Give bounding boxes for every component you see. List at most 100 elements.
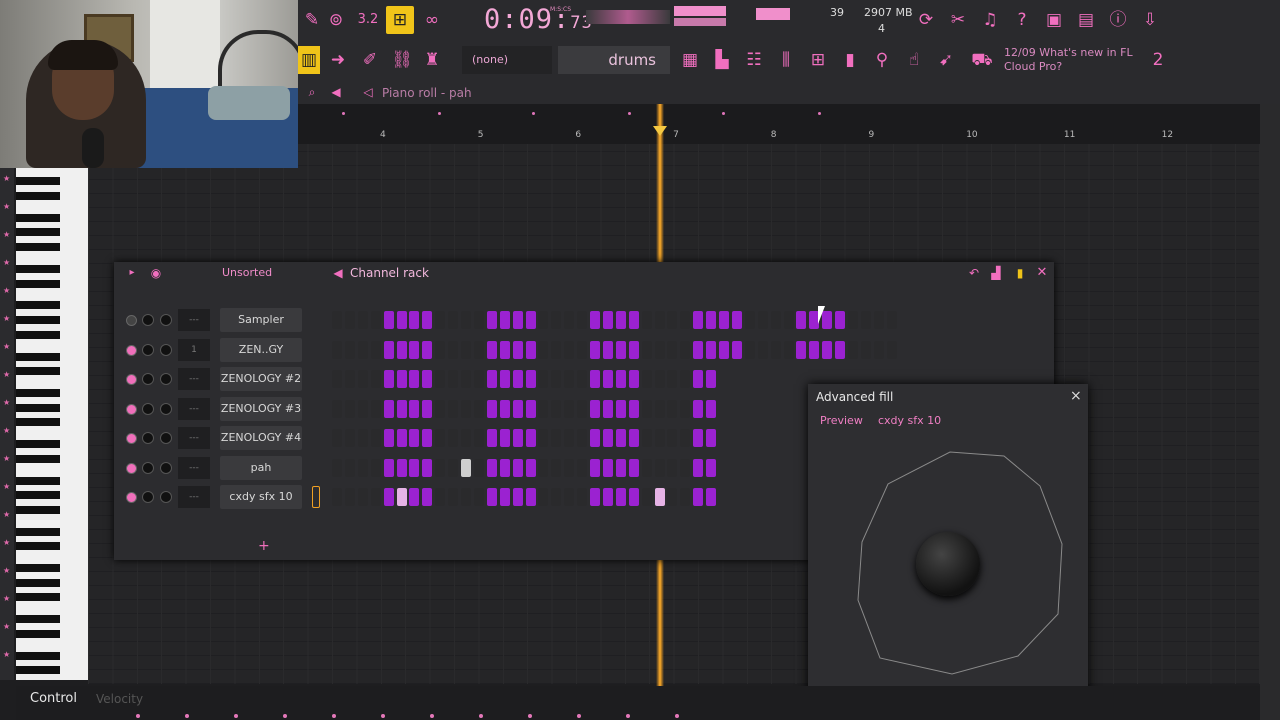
step-button[interactable] [680, 399, 691, 418]
step-button[interactable] [473, 488, 484, 506]
step-button[interactable] [564, 340, 575, 359]
step-button[interactable] [848, 311, 858, 329]
step-button[interactable] [796, 340, 807, 359]
save-icon[interactable]: ▣ [1040, 6, 1068, 34]
step-button[interactable] [590, 399, 600, 418]
step-button[interactable] [409, 370, 420, 388]
step-button[interactable] [551, 311, 562, 329]
arrow-icon[interactable]: ➜ [324, 46, 352, 74]
step-button[interactable] [344, 311, 355, 329]
step-button[interactable] [409, 429, 420, 447]
velocity-marker[interactable] [185, 714, 189, 718]
step-button[interactable] [693, 458, 704, 477]
step-button[interactable] [357, 311, 368, 329]
step-button[interactable] [448, 429, 459, 447]
step-button[interactable] [461, 370, 471, 388]
black-key[interactable] [16, 491, 60, 500]
channel-active-toggle[interactable] [126, 403, 137, 415]
black-key[interactable] [16, 593, 60, 602]
send-icon[interactable]: ➹ [932, 46, 960, 74]
step-button[interactable] [835, 311, 846, 329]
pan-knob[interactable] [160, 343, 172, 356]
step-button[interactable] [667, 488, 678, 506]
step-button[interactable] [512, 458, 523, 477]
step-button[interactable] [667, 311, 678, 329]
step-button[interactable] [422, 370, 433, 388]
step-button[interactable] [435, 458, 446, 477]
channel-active-toggle[interactable] [126, 492, 137, 503]
step-button[interactable] [654, 340, 665, 359]
black-key[interactable] [16, 476, 60, 485]
step-button[interactable] [461, 399, 471, 418]
step-button[interactable] [860, 340, 871, 359]
step-button[interactable] [499, 458, 510, 477]
black-key[interactable] [16, 403, 60, 412]
step-button[interactable] [332, 458, 342, 477]
black-key[interactable] [16, 418, 60, 427]
step-button[interactable] [615, 429, 626, 447]
step-button[interactable] [512, 370, 523, 388]
step-button[interactable] [641, 488, 652, 506]
control-label[interactable]: Control [30, 691, 77, 706]
step-button[interactable] [680, 340, 691, 359]
pan-knob[interactable] [160, 491, 172, 503]
velocity-marker[interactable] [430, 714, 434, 718]
refresh-icon[interactable]: ⟳ [912, 6, 940, 34]
step-button[interactable] [641, 311, 652, 329]
step-button[interactable] [602, 311, 613, 329]
link-icon[interactable]: ⛓ [388, 46, 416, 74]
step-button[interactable] [564, 370, 575, 388]
step-button[interactable] [680, 311, 691, 329]
black-key[interactable] [16, 454, 60, 463]
channel-name-button[interactable]: ZENOLOGY #4 [220, 426, 302, 450]
step-button[interactable] [886, 340, 897, 359]
step-button[interactable] [564, 311, 575, 329]
step-button[interactable] [538, 311, 549, 329]
help-icon[interactable]: ? [1008, 6, 1036, 34]
black-key[interactable] [16, 527, 60, 536]
step-button[interactable] [551, 429, 562, 447]
step-button[interactable] [525, 340, 536, 359]
velocity-marker[interactable] [136, 714, 140, 718]
step-button[interactable] [719, 340, 729, 359]
channel-name-button[interactable]: Sampler [220, 308, 302, 332]
step-button[interactable] [602, 429, 613, 447]
step-button[interactable] [564, 488, 575, 506]
step-button[interactable] [370, 458, 381, 477]
step-button[interactable] [332, 340, 342, 359]
step-button[interactable] [680, 370, 691, 388]
step-button[interactable] [332, 429, 342, 447]
step-button[interactable] [602, 458, 613, 477]
countdown-icon[interactable]: 3.2 [354, 6, 382, 34]
step-button[interactable] [602, 399, 613, 418]
step-button[interactable] [448, 370, 459, 388]
step-button[interactable] [332, 488, 342, 506]
bar-number[interactable]: 6 [575, 130, 581, 140]
step-button[interactable] [486, 458, 497, 477]
step-button[interactable] [332, 399, 342, 418]
step-button[interactable] [577, 399, 588, 418]
microphone-icon[interactable]: ♫ [976, 6, 1004, 34]
piano-roll-timeline[interactable]: 4 5 6 7 8 9 10 11 12 [298, 104, 1260, 144]
step-button[interactable] [667, 399, 678, 418]
channel-name-button[interactable]: cxdy sfx 10 [220, 485, 302, 509]
step-button[interactable] [577, 311, 588, 329]
step-button[interactable] [461, 340, 471, 359]
step-button[interactable] [641, 429, 652, 447]
step-button[interactable] [357, 340, 368, 359]
step-button[interactable] [602, 340, 613, 359]
step-button[interactable] [654, 370, 665, 388]
touch-icon[interactable]: ⚲ [868, 46, 896, 74]
velocity-marker[interactable] [234, 714, 238, 718]
step-button[interactable] [409, 399, 420, 418]
mixer-track-box[interactable]: 1 [178, 338, 210, 361]
preview-label[interactable]: Preview [820, 414, 863, 427]
black-key[interactable] [16, 279, 60, 288]
control-sub-label[interactable]: Velocity [96, 692, 143, 706]
step-button[interactable] [332, 370, 342, 388]
black-key[interactable] [16, 440, 60, 449]
step-button[interactable] [448, 399, 459, 418]
step-button[interactable] [473, 429, 484, 447]
step-button[interactable] [435, 370, 446, 388]
velocity-marker[interactable] [479, 714, 483, 718]
